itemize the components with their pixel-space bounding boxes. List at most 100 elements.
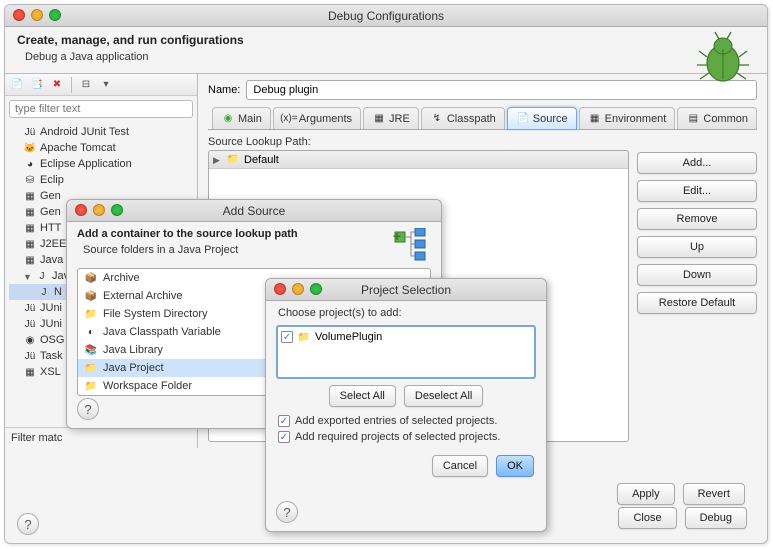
minimize-icon[interactable] — [31, 9, 43, 21]
titlebar: Debug Configurations — [5, 5, 767, 27]
header-band: Create, manage, and run configurations D… — [5, 27, 767, 73]
lookup-btns: Add... Edit... Remove Up Down Restore De… — [637, 136, 757, 442]
filter-dropdown-icon[interactable]: ▾ — [98, 77, 114, 93]
tab-arguments[interactable]: (x)=Arguments — [273, 107, 361, 129]
dialog-subtitle: Source folders in a Java Project — [83, 244, 431, 256]
java-app-icon: J — [35, 269, 49, 283]
filter-input[interactable] — [9, 100, 193, 118]
debug-button[interactable]: Debug — [685, 507, 747, 529]
required-checkbox[interactable] — [278, 431, 290, 443]
window-title: Debug Configurations — [5, 5, 767, 27]
project-list[interactable]: 📁 VolumePlugin — [276, 325, 536, 379]
page-subtitle: Debug a Java application — [25, 51, 755, 63]
tree-item-label: Apache Tomcat — [40, 142, 116, 154]
name-label: Name: — [208, 84, 240, 96]
close-debug-row: Close Debug — [606, 499, 759, 537]
exported-checkbox[interactable] — [278, 415, 290, 427]
traffic-lights — [274, 283, 322, 295]
tree-item-label: Java — [40, 254, 63, 266]
xsl-icon: ▦ — [23, 365, 37, 379]
help-icon[interactable]: ? — [276, 501, 298, 523]
var-icon: ◐ — [84, 325, 98, 339]
tree-item-label: J2EE — [40, 238, 66, 250]
env-icon: ▦ — [588, 112, 602, 126]
close-icon[interactable] — [274, 283, 286, 295]
http-icon: ▦ — [23, 221, 37, 235]
ear-icon: ▦ — [23, 189, 37, 203]
cancel-button[interactable]: Cancel — [432, 455, 488, 477]
select-buttons: Select All Deselect All — [266, 385, 546, 407]
project-checkbox[interactable] — [281, 331, 293, 343]
lookup-default-label: Default — [244, 154, 279, 166]
required-option[interactable]: Add required projects of selected projec… — [266, 429, 546, 445]
db-icon: ⛁ — [23, 173, 37, 187]
hierarchy-icon: + — [393, 228, 429, 264]
tree-item-label: Task — [40, 350, 63, 362]
tab-classpath[interactable]: ↯Classpath — [421, 107, 505, 129]
filter-status: Filter matc — [5, 427, 197, 448]
titlebar: Add Source — [67, 200, 441, 222]
traffic-lights — [75, 204, 123, 216]
tree-item-label: Gen — [40, 190, 61, 202]
project-row[interactable]: 📁 VolumePlugin — [281, 330, 531, 344]
bug-icon — [695, 29, 751, 85]
choose-label: Choose project(s) to add: — [266, 301, 546, 319]
chevron-down-icon[interactable]: ▼ — [23, 272, 32, 281]
new-config-icon[interactable]: 📄 — [9, 77, 25, 93]
restore-default-button[interactable]: Restore Default — [637, 292, 757, 314]
up-button[interactable]: Up — [637, 236, 757, 258]
svg-text:+: + — [393, 228, 401, 244]
minimize-icon[interactable] — [292, 283, 304, 295]
minimize-icon[interactable] — [93, 204, 105, 216]
help-icon[interactable]: ? — [17, 513, 39, 535]
tree-item-label: JUni — [40, 318, 62, 330]
tree-item-label: XSL — [40, 366, 61, 378]
close-button[interactable]: Close — [618, 507, 676, 529]
java-icon: ▦ — [23, 253, 37, 267]
tab-jre[interactable]: ▦JRE — [363, 107, 419, 129]
zoom-icon[interactable] — [49, 9, 61, 21]
zoom-icon[interactable] — [111, 204, 123, 216]
tab-source[interactable]: 📄Source — [507, 107, 577, 129]
java-run-icon: J — [37, 285, 51, 299]
dialog-title: Add Source — [67, 200, 441, 222]
tab-main[interactable]: ◉Main — [212, 107, 271, 129]
down-button[interactable]: Down — [637, 264, 757, 286]
tab-environment[interactable]: ▦Environment — [579, 107, 676, 129]
library-icon: 📚 — [84, 343, 98, 357]
close-icon[interactable] — [13, 9, 25, 21]
zoom-icon[interactable] — [310, 283, 322, 295]
circle-icon: ◉ — [221, 112, 235, 126]
tree-item-label: Gen — [40, 206, 61, 218]
tab-common[interactable]: ▤Common — [677, 107, 757, 129]
lookup-label: Source Lookup Path: — [208, 136, 629, 148]
titlebar: Project Selection — [266, 279, 546, 301]
help-icon[interactable]: ? — [77, 398, 99, 420]
collapse-icon[interactable]: ⊟ — [78, 77, 94, 93]
ok-cancel-row: Cancel OK — [266, 445, 546, 477]
tabs-row: ◉Main (x)=Arguments ▦JRE ↯Classpath 📄Sou… — [208, 106, 757, 130]
name-input[interactable] — [246, 80, 757, 100]
workspace-folder-icon: 📁 — [84, 379, 98, 393]
exported-option[interactable]: Add exported entries of selected project… — [266, 413, 546, 429]
tree-item-label: Eclipse Application — [40, 158, 132, 170]
tree-item-label: N — [54, 286, 62, 298]
duplicate-icon[interactable]: 📑 — [29, 77, 45, 93]
deselect-all-button[interactable]: Deselect All — [404, 385, 483, 407]
lookup-default-row[interactable]: ▶ 📁 Default — [209, 151, 628, 169]
j2ee-icon: ▦ — [23, 237, 37, 251]
jre-icon: ▦ — [372, 112, 386, 126]
ext-archive-icon: 📦 — [84, 289, 98, 303]
ok-button[interactable]: OK — [496, 455, 534, 477]
edit-button[interactable]: Edit... — [637, 180, 757, 202]
tree-item-label: Eclip — [40, 174, 64, 186]
delete-icon[interactable]: ✖ — [49, 77, 65, 93]
select-all-button[interactable]: Select All — [329, 385, 396, 407]
ear-icon: ▦ — [23, 205, 37, 219]
add-button[interactable]: Add... — [637, 152, 757, 174]
remove-button[interactable]: Remove — [637, 208, 757, 230]
eclipse-icon: ◕ — [23, 157, 37, 171]
close-icon[interactable] — [75, 204, 87, 216]
chevron-right-icon: ▶ — [213, 155, 222, 164]
project-name: VolumePlugin — [315, 331, 382, 343]
